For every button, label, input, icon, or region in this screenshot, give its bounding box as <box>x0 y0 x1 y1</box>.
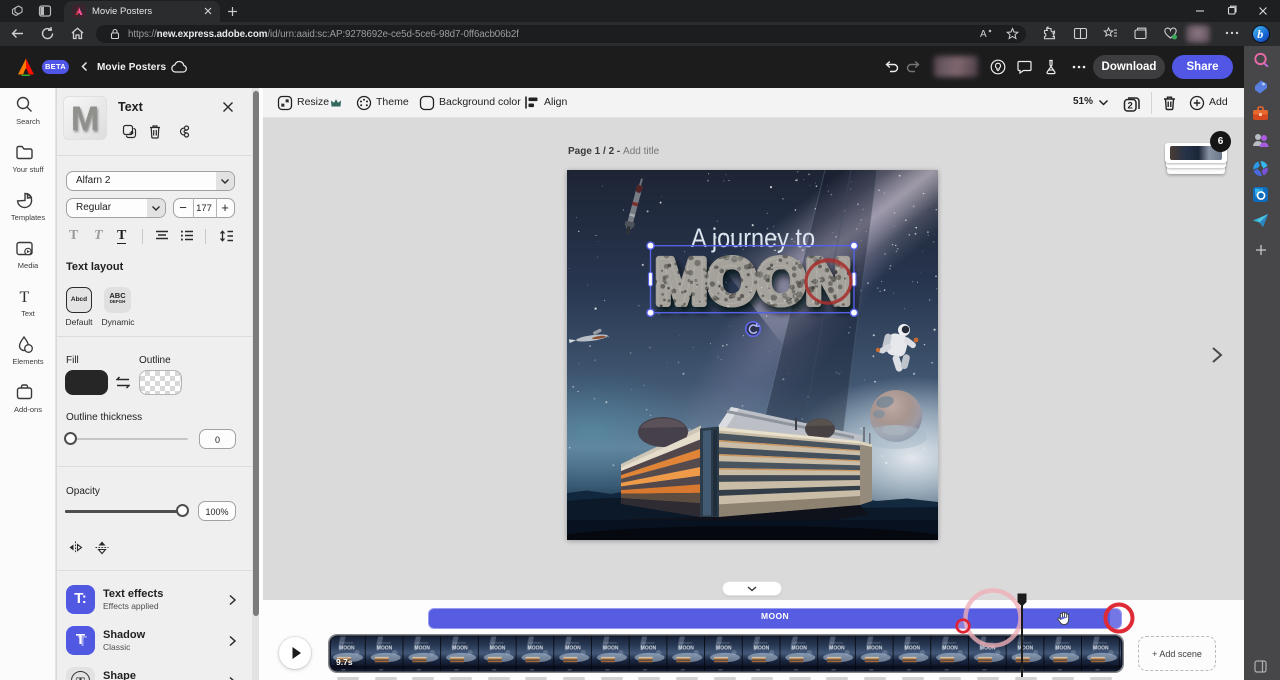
svg-text:b: b <box>1257 27 1263 41</box>
svg-text:A: A <box>980 29 987 40</box>
svg-text:9.7s: 9.7s <box>336 657 353 667</box>
svg-text:T: T <box>20 289 30 306</box>
svg-text:MOON: MOON <box>654 245 850 317</box>
svg-text:2: 2 <box>1128 101 1133 112</box>
